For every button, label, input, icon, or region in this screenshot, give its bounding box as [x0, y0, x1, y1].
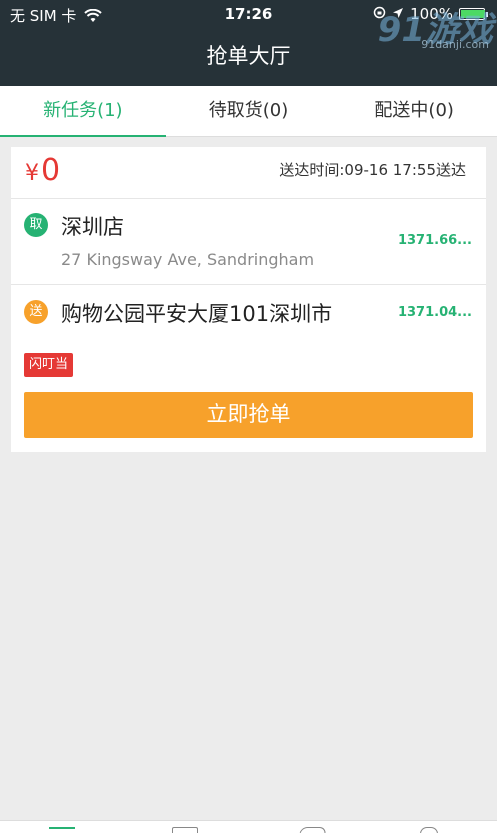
bottom-tab-orders-icon[interactable] — [172, 827, 198, 833]
dropoff-address: 购物公园平安大厦101深圳市 — [61, 302, 333, 326]
platform-tag: 闪叮当 — [24, 353, 74, 377]
price-amount: 0 — [41, 153, 61, 188]
tab-delivering[interactable]: 配送中(0) — [331, 86, 497, 136]
pickup-store-name: 深圳店 — [61, 215, 124, 239]
delivery-time: 送达时间:09-16 17:55送达 — [279, 161, 466, 179]
order-tabs: 新任务(1) 待取货(0) 配送中(0) — [0, 86, 497, 137]
dropoff-stop: 送 购物公园平安大厦101深圳市 1371.04... — [11, 285, 486, 343]
grab-order-button[interactable]: 立即抢单 — [24, 392, 473, 438]
currency-symbol: ¥ — [25, 161, 39, 186]
tab-new-tasks[interactable]: 新任务(1) — [0, 86, 166, 137]
tab-awaiting-pickup[interactable]: 待取货(0) — [166, 86, 332, 136]
order-card[interactable]: ¥0 送达时间:09-16 17:55送达 取 深圳店 27 Kingsway … — [11, 147, 486, 452]
pickup-distance: 1371.66... — [397, 233, 472, 248]
pickup-badge: 取 — [24, 213, 48, 237]
bottom-tab-profile-icon[interactable] — [420, 827, 438, 833]
page-title: 抢单大厅 — [206, 44, 291, 68]
order-card-header: ¥0 送达时间:09-16 17:55送达 — [11, 147, 486, 199]
pickup-stop: 取 深圳店 27 Kingsway Ave, Sandringham 1371.… — [11, 199, 486, 285]
dropoff-badge: 送 — [24, 300, 48, 324]
pickup-address: 27 Kingsway Ave, Sandringham — [61, 250, 315, 269]
bottom-tab-bar — [0, 820, 497, 833]
order-price: ¥0 — [25, 153, 60, 188]
bottom-tab-message-icon[interactable] — [299, 827, 327, 833]
status-bar: 无 SIM 卡 17:26 100% 91游戏 91danji.com — [0, 0, 497, 51]
bottom-tab-home-icon[interactable] — [49, 827, 75, 833]
dropoff-distance: 1371.04... — [397, 305, 472, 320]
top-bar: 无 SIM 卡 17:26 100% 91游戏 91danji.com 抢单大厅 — [0, 0, 497, 86]
